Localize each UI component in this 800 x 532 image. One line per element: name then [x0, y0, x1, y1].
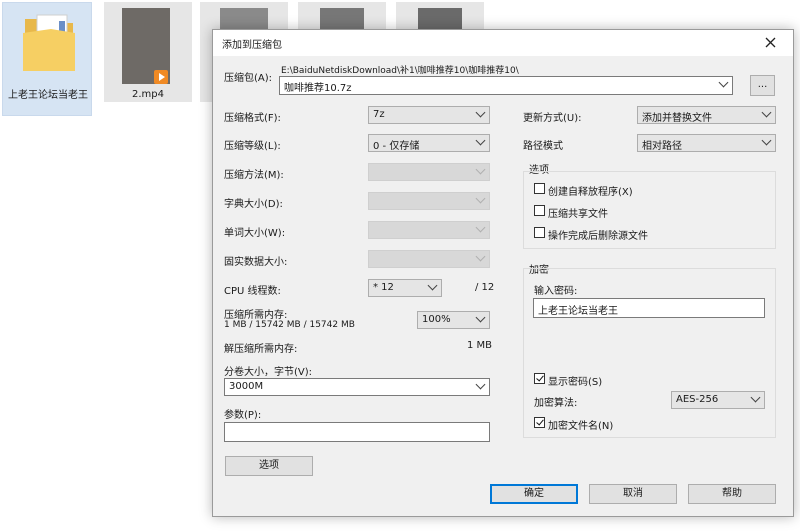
- encrypt-method-select[interactable]: AES-256: [671, 391, 765, 409]
- desktop-folder-tile[interactable]: 上老王论坛当老王: [2, 2, 92, 116]
- update-label: 更新方式(U):: [523, 113, 582, 124]
- chevron-down-icon: [475, 312, 486, 323]
- params-input[interactable]: [224, 422, 490, 442]
- title-bar[interactable]: 添加到压缩包: [213, 30, 793, 56]
- chevron-down-icon: [718, 77, 729, 88]
- chevron-down-icon: [475, 164, 486, 175]
- update-value: 添加并替换文件: [642, 113, 712, 124]
- cpu-max: / 12: [475, 282, 495, 293]
- cpu-select[interactable]: * 12: [368, 279, 442, 297]
- encrypt-method-value: AES-256: [676, 394, 719, 405]
- chevron-down-icon: [750, 392, 761, 403]
- encrypt-method-label: 加密算法:: [534, 398, 578, 409]
- pathmode-select[interactable]: 相对路径: [637, 134, 776, 152]
- volume-combo[interactable]: 3000M: [224, 378, 490, 396]
- pathmode-label: 路径模式: [523, 141, 563, 152]
- params-label: 参数(P):: [224, 410, 262, 421]
- chevron-down-icon: [761, 135, 772, 146]
- password-value: 上老王论坛当老王: [538, 306, 618, 317]
- format-value: 7z: [373, 109, 385, 120]
- level-value: 0 - 仅存储: [373, 141, 420, 152]
- check-icon: [536, 417, 544, 426]
- archive-path: E:\BaiduNetdiskDownload\补1\咖啡推荐10\咖啡推荐10…: [281, 66, 519, 76]
- folder-icon: [23, 14, 75, 71]
- chevron-down-icon: [427, 280, 438, 291]
- add-to-archive-dialog: 添加到压缩包 压缩包(A): E:\BaiduNetdiskDownload\补…: [212, 29, 794, 517]
- chevron-down-icon: [475, 379, 486, 390]
- update-select[interactable]: 添加并替换文件: [637, 106, 776, 124]
- show-password-checkbox[interactable]: [534, 373, 545, 384]
- solid-select[interactable]: [368, 250, 490, 268]
- cpu-label: CPU 线程数:: [224, 286, 281, 297]
- play-badge-icon: [154, 70, 168, 84]
- cpu-value: * 12: [373, 282, 394, 293]
- password-label: 输入密码:: [534, 286, 578, 297]
- chevron-down-icon: [475, 251, 486, 262]
- chevron-down-icon: [475, 135, 486, 146]
- level-label: 压缩等级(L):: [224, 141, 281, 152]
- help-button[interactable]: 帮助: [688, 484, 776, 504]
- volume-label: 分卷大小，字节(V):: [224, 367, 313, 378]
- video-label: 2.mp4: [132, 89, 164, 100]
- folder-label: 上老王论坛当老王: [8, 90, 88, 101]
- sfx-checkbox[interactable]: [534, 183, 545, 194]
- cancel-button[interactable]: 取消: [589, 484, 677, 504]
- dict-label: 字典大小(D):: [224, 199, 283, 210]
- format-select[interactable]: 7z: [368, 106, 490, 124]
- browse-button[interactable]: ...: [750, 75, 775, 96]
- shared-label[interactable]: 压缩共享文件: [548, 205, 608, 220]
- volume-value: 3000M: [229, 381, 264, 392]
- mem-decomp-label: 解压缩所需内存:: [224, 344, 298, 355]
- chevron-down-icon: [475, 107, 486, 118]
- archive-name-value: 咖啡推荐10.7z: [284, 83, 352, 94]
- pathmode-value: 相对路径: [642, 141, 682, 152]
- options-button[interactable]: 选项: [225, 456, 313, 476]
- format-label: 压缩格式(F):: [224, 113, 281, 124]
- encrypt-names-label[interactable]: 加密文件名(N): [548, 417, 613, 432]
- mem-comp-detail: 1 MB / 15742 MB / 15742 MB: [224, 320, 355, 330]
- word-select[interactable]: [368, 221, 490, 239]
- mem-percent-value: 100%: [422, 314, 451, 325]
- mem-comp-label: 压缩所需内存:: [224, 310, 288, 321]
- chevron-down-icon: [475, 222, 486, 233]
- close-icon[interactable]: [765, 37, 776, 48]
- show-password-label[interactable]: 显示密码(S): [548, 373, 602, 388]
- archive-label: 压缩包(A):: [224, 73, 273, 84]
- dialog-title: 添加到压缩包: [222, 40, 282, 51]
- word-label: 单词大小(W):: [224, 228, 286, 239]
- method-select[interactable]: [368, 163, 490, 181]
- desktop-video-tile[interactable]: 2.mp4: [104, 2, 192, 102]
- sfx-label[interactable]: 创建自释放程序(X): [548, 183, 633, 198]
- method-label: 压缩方法(M):: [224, 170, 284, 181]
- solid-label: 固实数据大小:: [224, 257, 288, 268]
- archive-name-combo[interactable]: 咖啡推荐10.7z: [279, 76, 733, 95]
- delete-label[interactable]: 操作完成后删除源文件: [548, 227, 648, 242]
- chevron-down-icon: [761, 107, 772, 118]
- encrypt-names-checkbox[interactable]: [534, 417, 545, 428]
- mem-percent-select[interactable]: 100%: [417, 311, 490, 329]
- check-icon: [536, 373, 544, 382]
- level-select[interactable]: 0 - 仅存储: [368, 134, 490, 152]
- mem-decomp-value: 1 MB: [467, 340, 493, 351]
- shared-checkbox[interactable]: [534, 205, 545, 216]
- delete-checkbox[interactable]: [534, 227, 545, 238]
- password-input[interactable]: 上老王论坛当老王: [533, 298, 765, 318]
- ok-button[interactable]: 确定: [490, 484, 578, 504]
- chevron-down-icon: [475, 193, 486, 204]
- dict-select[interactable]: [368, 192, 490, 210]
